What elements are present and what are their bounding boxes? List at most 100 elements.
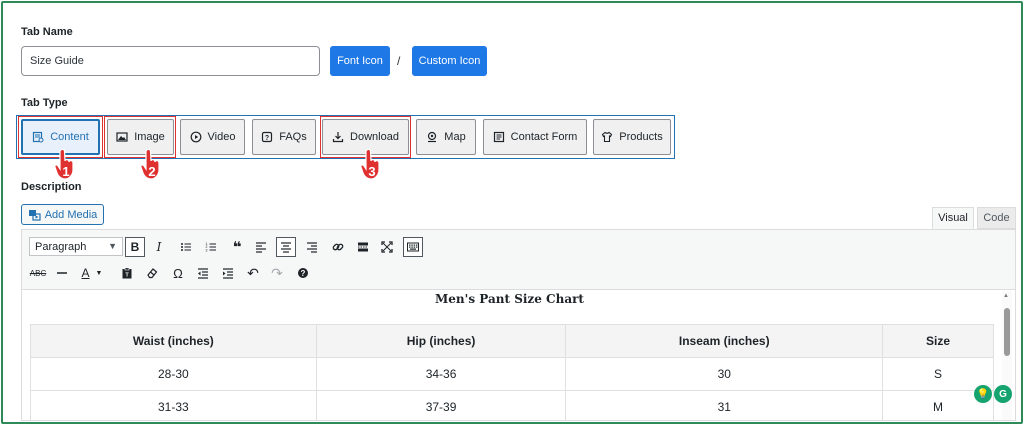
omega-icon: Ω: [173, 265, 183, 281]
svg-text:?: ?: [301, 269, 306, 278]
font-icon-button[interactable]: Font Icon: [330, 46, 390, 76]
strikethrough-button[interactable]: ABC: [28, 263, 48, 283]
align-left-button[interactable]: [251, 237, 271, 257]
fullscreen-icon: [381, 241, 393, 253]
align-right-icon: [307, 242, 317, 253]
custom-icon-button[interactable]: Custom Icon: [412, 46, 487, 76]
table-header-cell: Hip (inches): [315, 324, 567, 358]
contact-form-icon: [493, 131, 504, 143]
editor-content[interactable]: Men's Pant Size Chart Waist (inches) Hip…: [22, 291, 1015, 420]
products-icon: [602, 131, 613, 143]
fullscreen-button[interactable]: [377, 237, 397, 257]
scroll-up-icon[interactable]: ▲: [1003, 293, 1009, 299]
align-left-icon: [256, 242, 266, 253]
table-cell: 34-36: [315, 357, 567, 391]
tab-type-map[interactable]: Map: [416, 119, 476, 155]
link-icon: [332, 243, 344, 251]
tab-type-video[interactable]: Video: [180, 119, 245, 155]
paste-text-button[interactable]: T: [117, 263, 137, 283]
italic-icon: I: [156, 240, 162, 254]
tab-name-input[interactable]: [21, 46, 320, 76]
tab-type-label: Tab Type: [21, 97, 68, 109]
table-cell: 31: [565, 390, 884, 420]
tab-type-label-contact-form: Contact Form: [510, 131, 578, 143]
help-icon: ?: [298, 268, 308, 278]
redo-button[interactable]: ↷: [267, 263, 287, 283]
italic-button[interactable]: I: [149, 237, 169, 257]
keyboard-icon: [407, 242, 419, 252]
table-header-cell: Size: [882, 324, 994, 358]
align-center-icon: [281, 242, 291, 253]
tab-type-products[interactable]: Products: [593, 119, 671, 155]
table-header-row: Waist (inches) Hip (inches) Inseam (inch…: [30, 324, 994, 358]
size-chart-table: Waist (inches) Hip (inches) Inseam (inch…: [30, 324, 994, 420]
horizontal-line-button[interactable]: [52, 263, 72, 283]
editor: Paragraph ▼ B I 123 ❝ ABC A ▼ T Ω ↶ ↷ ? M…: [21, 229, 1016, 421]
bullet-list-button[interactable]: [176, 237, 196, 257]
text-color-button[interactable]: A ▼: [77, 263, 107, 283]
keyboard-shortcuts-button[interactable]: ?: [293, 263, 313, 283]
chevron-down-icon: ▼: [108, 241, 117, 251]
grammarly-icon[interactable]: G: [994, 385, 1012, 403]
svg-text:?: ?: [265, 135, 269, 142]
table-cell: 28-30: [30, 357, 317, 391]
media-icon: [28, 209, 41, 221]
table-cell: 30: [565, 357, 884, 391]
undo-icon: ↶: [247, 264, 259, 281]
editor-toolbar: Paragraph ▼ B I 123 ❝ ABC A ▼ T Ω ↶ ↷ ?: [22, 230, 1015, 290]
svg-text:3: 3: [206, 248, 208, 252]
clear-formatting-button[interactable]: [142, 263, 162, 283]
format-select[interactable]: Paragraph ▼: [29, 237, 123, 256]
step-marker-3: 3: [358, 148, 386, 182]
tab-type-label-products: Products: [619, 131, 663, 143]
blockquote-button[interactable]: ❝: [227, 237, 247, 257]
marker-3-number: 3: [368, 164, 375, 179]
align-center-button[interactable]: [276, 237, 296, 257]
bullet-list-icon: [181, 243, 191, 251]
grammar-assistant-badges[interactable]: 💡 G: [974, 385, 1012, 403]
add-media-button[interactable]: Add Media: [21, 204, 104, 225]
tab-type-label-faqs: FAQs: [279, 131, 307, 143]
table-cell: 31-33: [30, 390, 317, 420]
map-icon: [428, 131, 437, 143]
horizontal-line-icon: [57, 272, 67, 274]
text-color-icon: A: [81, 266, 90, 280]
tab-type-faqs[interactable]: ? FAQs: [252, 119, 316, 155]
numbered-list-icon: 123: [206, 242, 216, 252]
outdent-icon: [198, 268, 208, 279]
toolbar-toggle-button[interactable]: [403, 237, 423, 257]
scrollbar-thumb[interactable]: [1004, 308, 1010, 356]
undo-button[interactable]: ↶: [243, 263, 263, 283]
tab-type-label-map: Map: [444, 131, 466, 143]
bold-button[interactable]: B: [125, 237, 145, 257]
special-character-button[interactable]: Ω: [168, 263, 188, 283]
content-title: Men's Pant Size Chart: [435, 292, 584, 306]
format-select-value: Paragraph: [35, 240, 87, 253]
step-marker-1: 1: [52, 148, 80, 182]
chevron-down-icon: ▼: [95, 269, 103, 277]
insert-link-button[interactable]: [328, 237, 348, 257]
table-cell: 37-39: [315, 390, 567, 420]
read-more-button[interactable]: [353, 237, 373, 257]
tab-type-label-video: Video: [207, 131, 236, 143]
bold-icon: B: [130, 240, 140, 254]
outdent-button[interactable]: [193, 263, 213, 283]
indent-button[interactable]: [218, 263, 238, 283]
lightbulb-icon[interactable]: 💡: [974, 385, 992, 403]
video-icon: [190, 131, 201, 143]
icon-option-separator: /: [397, 54, 401, 68]
clipboard-icon: T: [122, 267, 132, 279]
tab-visual[interactable]: Visual: [932, 207, 974, 229]
strikethrough-icon: ABC: [29, 268, 47, 278]
faq-icon: ?: [262, 131, 273, 143]
indent-icon: [223, 268, 233, 279]
tab-code[interactable]: Code: [977, 207, 1016, 229]
align-right-button[interactable]: [302, 237, 322, 257]
eraser-icon: [147, 268, 158, 279]
table-row: 28-30 34-36 30 S: [30, 357, 994, 391]
marker-1-number: 1: [62, 164, 69, 179]
numbered-list-button[interactable]: 123: [201, 237, 221, 257]
tab-type-contact-form[interactable]: Contact Form: [483, 119, 587, 155]
read-more-icon: [358, 242, 368, 252]
table-row: 31-33 37-39 31 M: [30, 390, 994, 420]
